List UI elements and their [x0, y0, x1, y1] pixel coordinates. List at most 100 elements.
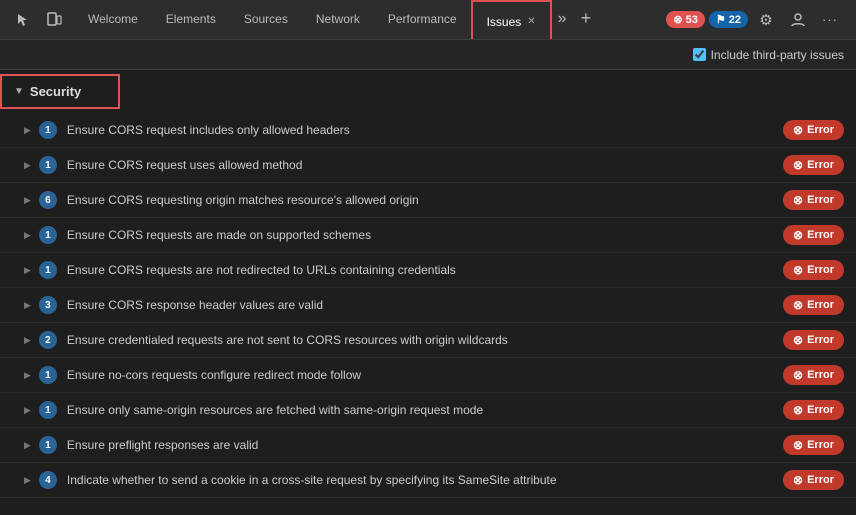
error-badge: ⊗ Error [783, 330, 844, 350]
issue-row[interactable]: ▶ 2 Ensure credentialed requests are not… [0, 323, 856, 358]
row-expand-icon: ▶ [24, 265, 31, 276]
issue-count-badge: 1 [39, 261, 57, 279]
row-expand-icon: ▶ [24, 405, 31, 416]
error-label: Error [807, 194, 834, 206]
error-badge: ⊗ Error [783, 260, 844, 280]
error-count-badge[interactable]: ⊗ 53 [666, 11, 704, 28]
toolbar-right-controls: ⊗ 53 ⚑ 22 ⚙ ··· [658, 6, 852, 34]
row-expand-icon: ▶ [24, 440, 31, 451]
security-section-header[interactable]: ▼ Security [0, 74, 120, 109]
issue-text: Ensure preflight responses are valid [67, 438, 783, 452]
row-expand-icon: ▶ [24, 475, 31, 486]
tab-bar: Welcome Elements Sources Network Perform… [74, 0, 658, 39]
issue-row[interactable]: ▶ 1 Ensure CORS request includes only al… [0, 113, 856, 148]
issue-count-badge: 1 [39, 121, 57, 139]
issue-text: Ensure credentialed requests are not sen… [67, 333, 783, 347]
issue-count-badge: 1 [39, 401, 57, 419]
row-expand-icon: ▶ [24, 125, 31, 136]
error-badge: ⊗ Error [783, 295, 844, 315]
more-options-button[interactable]: ··· [816, 6, 844, 34]
device-icon[interactable] [40, 6, 68, 34]
error-label: Error [807, 474, 834, 486]
error-badge: ⊗ Error [783, 190, 844, 210]
error-label: Error [807, 264, 834, 276]
row-expand-icon: ▶ [24, 160, 31, 171]
issue-text: Indicate whether to send a cookie in a c… [67, 473, 783, 487]
error-circle-icon: ⊗ [793, 333, 803, 347]
issue-row[interactable]: ▶ 3 Ensure CORS response header values a… [0, 288, 856, 323]
include-third-party-label[interactable]: Include third-party issues [693, 48, 844, 62]
tab-network[interactable]: Network [302, 0, 374, 39]
row-expand-icon: ▶ [24, 300, 31, 311]
issue-row[interactable]: ▶ 1 Ensure CORS requests are not redirec… [0, 253, 856, 288]
issues-content: ▼ Security ▶ 1 Ensure CORS request inclu… [0, 70, 856, 515]
tab-elements[interactable]: Elements [152, 0, 230, 39]
error-circle-icon: ⊗ [793, 263, 803, 277]
tab-issues[interactable]: Issues ✕ [471, 0, 552, 39]
issue-text: Ensure CORS requests are not redirected … [67, 263, 783, 277]
more-tabs-button[interactable]: » [552, 0, 573, 39]
error-badge: ⊗ Error [783, 435, 844, 455]
issue-text: Ensure CORS request includes only allowe… [67, 123, 783, 137]
error-label: Error [807, 404, 834, 416]
warning-icon: ⚑ [716, 13, 726, 26]
error-label: Error [807, 369, 834, 381]
tab-welcome[interactable]: Welcome [74, 0, 152, 39]
error-circle-icon: ⊗ [793, 123, 803, 137]
devtools-toolbar: Welcome Elements Sources Network Perform… [0, 0, 856, 40]
row-expand-icon: ▶ [24, 195, 31, 206]
issue-count-badge: 4 [39, 471, 57, 489]
new-tab-button[interactable]: + [573, 0, 600, 39]
section-arrow-icon: ▼ [14, 86, 24, 97]
issue-row[interactable]: ▶ 1 Ensure only same-origin resources ar… [0, 393, 856, 428]
issue-row[interactable]: ▶ 4 Indicate whether to send a cookie in… [0, 463, 856, 498]
issue-text: Ensure CORS request uses allowed method [67, 158, 783, 172]
issue-text: Ensure CORS requesting origin matches re… [67, 193, 783, 207]
error-circle-icon: ⊗ [793, 228, 803, 242]
error-circle-icon: ⊗ [793, 298, 803, 312]
warning-count-badge[interactable]: ⚑ 22 [709, 11, 748, 28]
issues-list: ▶ 1 Ensure CORS request includes only al… [0, 113, 856, 498]
issue-text: Ensure CORS requests are made on support… [67, 228, 783, 242]
error-label: Error [807, 159, 834, 171]
error-circle-icon: ⊗ [793, 368, 803, 382]
issue-count-badge: 2 [39, 331, 57, 349]
error-badge: ⊗ Error [783, 365, 844, 385]
toolbar-icon-group [4, 6, 74, 34]
issue-count-badge: 1 [39, 366, 57, 384]
issue-text: Ensure no-cors requests configure redire… [67, 368, 783, 382]
error-label: Error [807, 299, 834, 311]
row-expand-icon: ▶ [24, 335, 31, 346]
section-title: Security [30, 84, 81, 99]
tab-performance[interactable]: Performance [374, 0, 471, 39]
error-label: Error [807, 229, 834, 241]
issue-count-badge: 1 [39, 436, 57, 454]
error-circle-icon: ⊗ [793, 473, 803, 487]
error-circle-icon: ⊗ [793, 193, 803, 207]
error-badge: ⊗ Error [783, 155, 844, 175]
issue-row[interactable]: ▶ 1 Ensure preflight responses are valid… [0, 428, 856, 463]
error-label: Error [807, 334, 834, 346]
issue-count-badge: 1 [39, 226, 57, 244]
include-third-party-text: Include third-party issues [711, 48, 844, 62]
warning-count: 22 [729, 14, 741, 26]
issue-row[interactable]: ▶ 1 Ensure CORS request uses allowed met… [0, 148, 856, 183]
issue-text: Ensure CORS response header values are v… [67, 298, 783, 312]
error-badge: ⊗ Error [783, 120, 844, 140]
tab-sources[interactable]: Sources [230, 0, 302, 39]
error-circle-icon: ⊗ [793, 403, 803, 417]
settings-button[interactable]: ⚙ [752, 6, 780, 34]
issue-row[interactable]: ▶ 6 Ensure CORS requesting origin matche… [0, 183, 856, 218]
profile-button[interactable] [784, 6, 812, 34]
error-badge: ⊗ Error [783, 225, 844, 245]
close-tab-icon[interactable]: ✕ [527, 16, 535, 27]
row-expand-icon: ▶ [24, 370, 31, 381]
error-label: Error [807, 124, 834, 136]
issue-row[interactable]: ▶ 1 Ensure no-cors requests configure re… [0, 358, 856, 393]
issue-row[interactable]: ▶ 1 Ensure CORS requests are made on sup… [0, 218, 856, 253]
issue-count-badge: 3 [39, 296, 57, 314]
include-third-party-checkbox[interactable] [693, 48, 706, 61]
error-label: Error [807, 439, 834, 451]
issue-text: Ensure only same-origin resources are fe… [67, 403, 783, 417]
pointer-icon[interactable] [10, 6, 38, 34]
